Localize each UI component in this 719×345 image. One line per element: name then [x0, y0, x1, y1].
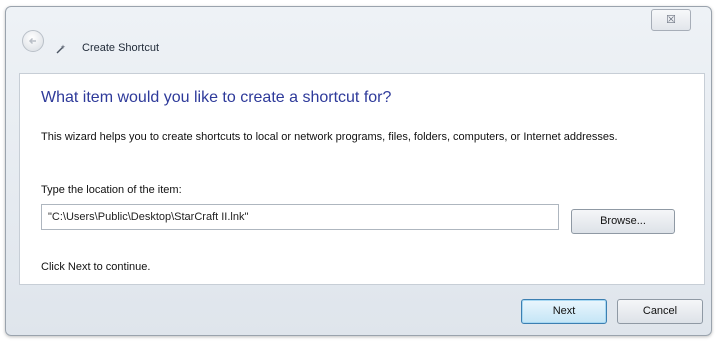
close-button[interactable]: ☒ [651, 9, 691, 31]
wizard-heading: What item would you like to create a sho… [41, 89, 392, 106]
location-input[interactable] [41, 204, 559, 230]
cancel-button[interactable]: Cancel [617, 299, 703, 324]
wizard-description: This wizard helps you to create shortcut… [41, 131, 618, 143]
location-label: Type the location of the item: [41, 184, 182, 196]
close-icon: ☒ [666, 14, 676, 26]
wizard-content-panel: What item would you like to create a sho… [19, 73, 705, 285]
back-arrow-icon [28, 37, 36, 45]
create-shortcut-dialog: ☒ Create Shortcut What item would you li… [5, 6, 712, 336]
continue-instruction: Click Next to continue. [41, 261, 151, 273]
back-button[interactable] [22, 30, 44, 52]
next-button[interactable]: Next [521, 299, 607, 324]
wizard-icon [56, 44, 66, 54]
browse-button[interactable]: Browse... [571, 209, 675, 234]
window-title: Create Shortcut [82, 42, 160, 54]
